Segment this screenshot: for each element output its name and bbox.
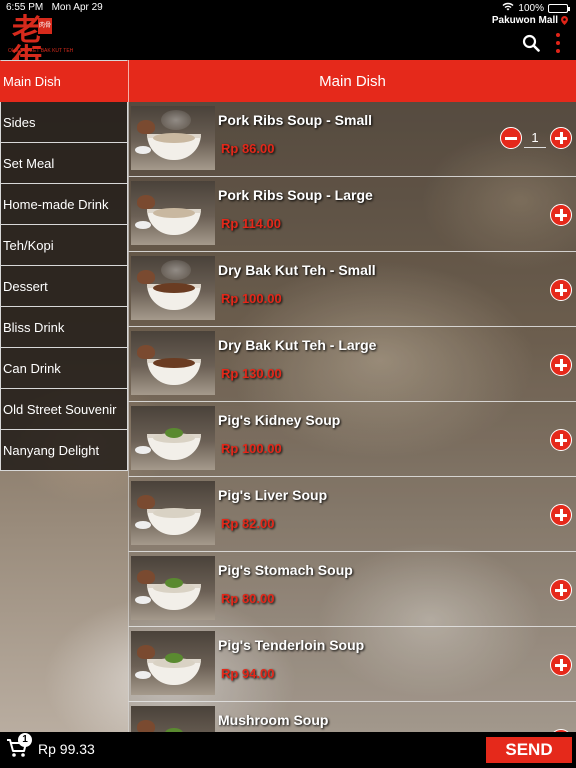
product-image bbox=[131, 706, 215, 732]
store-location[interactable]: Pakuwon Mall bbox=[492, 15, 568, 26]
section-title: Main Dish bbox=[128, 60, 576, 102]
logo-subtitle: OLD STREET BAK KUT TEH bbox=[8, 48, 74, 54]
category-label: Main Dish bbox=[3, 73, 61, 89]
location-pin-icon bbox=[561, 16, 568, 25]
add-to-cart-button[interactable] bbox=[550, 279, 572, 301]
product-image bbox=[131, 631, 215, 695]
product-name: Pig's Liver Soup bbox=[218, 487, 328, 503]
product-item[interactable]: Pork Ribs Soup - Small Rp 86.00 1 bbox=[128, 102, 576, 177]
product-name: Dry Bak Kut Teh - Large bbox=[218, 337, 377, 353]
add-to-cart-button[interactable] bbox=[550, 504, 572, 526]
category-can-drink[interactable]: Can Drink bbox=[0, 348, 128, 389]
product-price: Rp 82.00 bbox=[221, 516, 275, 531]
add-to-cart-button[interactable] bbox=[550, 579, 572, 601]
category-sides[interactable]: Sides bbox=[0, 102, 128, 143]
cart-count-badge: 1 bbox=[18, 733, 32, 747]
category-label: Teh/Kopi bbox=[3, 237, 54, 253]
app-logo: 老街 肉骨 OLD STREET BAK KUT TEH bbox=[8, 16, 73, 76]
category-teh-kopi[interactable]: Teh/Kopi bbox=[0, 225, 128, 266]
category-label: Nanyang Delight bbox=[3, 442, 100, 458]
product-item[interactable]: Dry Bak Kut Teh - Large Rp 130.00 bbox=[128, 327, 576, 402]
category-nanyang-delight[interactable]: Nanyang Delight bbox=[0, 430, 128, 471]
product-item[interactable]: Mushroom Soup bbox=[128, 702, 576, 732]
logo-badge: 肉骨 bbox=[38, 18, 52, 34]
product-image bbox=[131, 256, 215, 320]
add-to-cart-button[interactable] bbox=[550, 354, 572, 376]
product-image bbox=[131, 181, 215, 245]
category-main-dish[interactable]: Main Dish bbox=[0, 60, 128, 102]
product-item[interactable]: Pig's Tenderloin Soup Rp 94.00 bbox=[128, 627, 576, 702]
product-price: Rp 100.00 bbox=[221, 441, 282, 456]
add-to-cart-button[interactable] bbox=[550, 204, 572, 226]
product-price: Rp 100.00 bbox=[221, 291, 282, 306]
cart-total: Rp 99.33 bbox=[38, 741, 95, 757]
status-date: Mon Apr 29 bbox=[51, 2, 103, 13]
category-home-made-drink[interactable]: Home-made Drink bbox=[0, 184, 128, 225]
search-icon[interactable] bbox=[522, 34, 540, 52]
location-label: Pakuwon Mall bbox=[491, 15, 558, 26]
product-image bbox=[131, 331, 215, 395]
send-order-button[interactable]: SEND bbox=[486, 737, 572, 763]
product-item[interactable]: Dry Bak Kut Teh - Small Rp 100.00 bbox=[128, 252, 576, 327]
product-image bbox=[131, 556, 215, 620]
product-item[interactable]: Pig's Kidney Soup Rp 100.00 bbox=[128, 402, 576, 477]
battery-icon bbox=[548, 3, 570, 13]
category-old-street-souvenir[interactable]: Old Street Souvenir bbox=[0, 389, 128, 430]
category-label: Sides bbox=[3, 114, 36, 130]
battery-percent: 100% bbox=[518, 2, 544, 14]
product-price: Rp 94.00 bbox=[221, 666, 275, 681]
app-header: 6:55 PM Mon Apr 29 100% 老街 肉骨 OLD STREET… bbox=[0, 0, 576, 76]
product-name: Pig's Tenderloin Soup bbox=[218, 637, 365, 653]
product-name: Pig's Kidney Soup bbox=[218, 412, 341, 428]
category-label: Can Drink bbox=[3, 360, 61, 376]
category-sidebar: Main Dish Sides Set Meal Home-made Drink… bbox=[0, 60, 128, 471]
product-price: Rp 114.00 bbox=[221, 216, 281, 231]
product-name: Pork Ribs Soup - Small bbox=[218, 112, 373, 128]
product-name: Dry Bak Kut Teh - Small bbox=[218, 262, 376, 278]
category-dessert[interactable]: Dessert bbox=[0, 266, 128, 307]
product-name: Pig's Stomach Soup bbox=[218, 562, 353, 578]
category-label: Dessert bbox=[3, 278, 48, 294]
add-to-cart-button[interactable] bbox=[550, 654, 572, 676]
status-time-date: 6:55 PM Mon Apr 29 bbox=[6, 2, 103, 13]
category-set-meal[interactable]: Set Meal bbox=[0, 143, 128, 184]
product-image bbox=[131, 106, 215, 170]
product-image bbox=[131, 406, 215, 470]
status-indicators: 100% bbox=[502, 2, 570, 14]
product-name: Mushroom Soup bbox=[218, 712, 329, 728]
category-label: Set Meal bbox=[3, 155, 55, 171]
category-label: Home-made Drink bbox=[3, 196, 109, 212]
category-label: Bliss Drink bbox=[3, 319, 65, 335]
category-label: Old Street Souvenir bbox=[3, 401, 117, 417]
product-image bbox=[131, 481, 215, 545]
add-to-cart-button[interactable] bbox=[550, 429, 572, 451]
decrease-quantity-button[interactable] bbox=[500, 127, 522, 149]
product-item[interactable]: Pig's Stomach Soup Rp 80.00 bbox=[128, 552, 576, 627]
quantity-value: 1 bbox=[524, 128, 546, 148]
more-options-icon[interactable] bbox=[554, 33, 562, 53]
product-price: Rp 130.00 bbox=[221, 366, 282, 381]
product-name: Pork Ribs Soup - Large bbox=[218, 187, 373, 203]
wifi-icon bbox=[502, 2, 514, 14]
product-price: Rp 80.00 bbox=[221, 591, 275, 606]
product-item[interactable]: Pork Ribs Soup - Large Rp 114.00 bbox=[128, 177, 576, 252]
product-list[interactable]: Pork Ribs Soup - Small Rp 86.00 1 Pork R… bbox=[128, 102, 576, 732]
product-item[interactable]: Pig's Liver Soup Rp 82.00 bbox=[128, 477, 576, 552]
status-time: 6:55 PM bbox=[6, 2, 44, 13]
cart-footer: 1 Rp 99.33 SEND bbox=[0, 732, 576, 768]
product-price: Rp 86.00 bbox=[221, 141, 275, 156]
category-bliss-drink[interactable]: Bliss Drink bbox=[0, 307, 128, 348]
add-to-cart-button[interactable] bbox=[550, 127, 572, 149]
